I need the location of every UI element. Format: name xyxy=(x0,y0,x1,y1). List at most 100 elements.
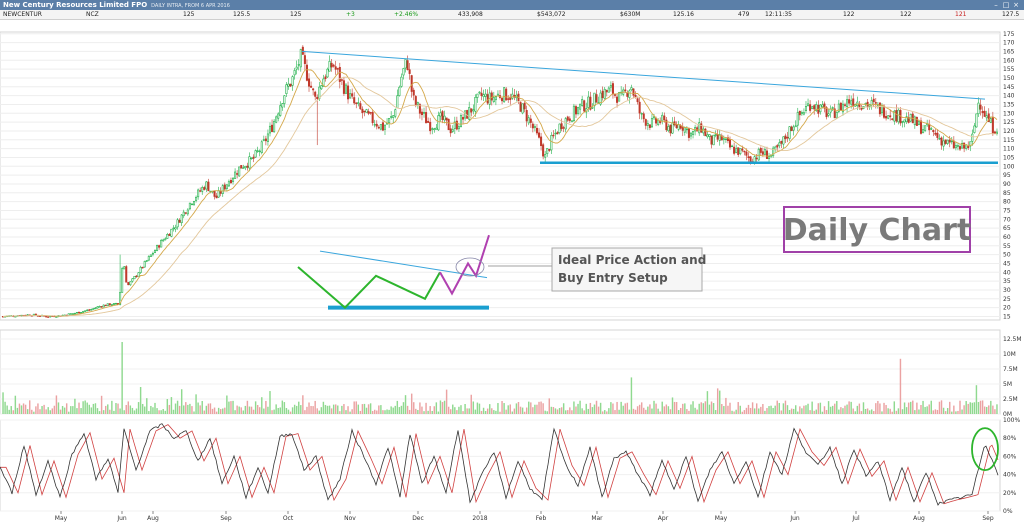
candle-body xyxy=(581,99,584,106)
volume-bar xyxy=(345,410,347,414)
volume-bar xyxy=(365,407,368,414)
window-title-bar[interactable]: New Century Resources Limited FPO DAILY I… xyxy=(0,0,1024,10)
volume-bar xyxy=(20,405,23,414)
volume-bar xyxy=(606,411,608,414)
close-button[interactable]: × xyxy=(1012,1,1020,9)
minimize-button[interactable]: – xyxy=(992,1,1000,9)
volume-bar xyxy=(86,402,88,414)
volume-bar xyxy=(324,404,327,414)
trade-count: 479 xyxy=(738,11,750,18)
volume-bar xyxy=(328,405,331,414)
volume-bar xyxy=(176,400,179,414)
security-name: NEWCENTUR xyxy=(3,11,42,18)
volume-bar xyxy=(932,410,935,414)
volume-bar xyxy=(679,407,682,414)
price-tick-label: 120 xyxy=(1003,128,1015,135)
volume-bar xyxy=(435,402,438,414)
maximize-button[interactable]: □ xyxy=(1002,1,1010,9)
candle-body xyxy=(248,156,251,169)
candle-body xyxy=(496,93,499,97)
candle-body xyxy=(305,64,308,81)
volume-bar xyxy=(121,342,123,414)
volume-bar xyxy=(413,402,415,414)
candle-body xyxy=(572,105,575,121)
candle-body xyxy=(437,115,440,131)
candle-body xyxy=(135,275,138,278)
volume-bar xyxy=(924,406,926,414)
candle-body xyxy=(763,149,766,155)
candle-body xyxy=(439,112,442,117)
volume-bar xyxy=(464,403,466,414)
x-tick-label: Nov xyxy=(344,515,356,522)
price-tick-label: 160 xyxy=(1003,57,1015,64)
high-price: 122 xyxy=(900,11,912,18)
candle-body xyxy=(716,134,719,140)
volume-bar xyxy=(271,410,273,414)
volume-bar xyxy=(26,409,29,414)
volume-bar xyxy=(829,406,832,414)
open-price: 122 xyxy=(843,11,855,18)
volume-bar xyxy=(583,410,585,414)
candle-body xyxy=(232,177,235,182)
candle-body xyxy=(215,195,218,199)
x-tick-label: Dec xyxy=(412,515,424,522)
volume-bar xyxy=(470,394,472,414)
volume-bar xyxy=(739,405,741,414)
volume-bar xyxy=(630,377,633,414)
volume-bar xyxy=(361,404,364,414)
volume-bar xyxy=(304,410,306,414)
candle-body xyxy=(86,309,89,312)
x-tick-label: Jul xyxy=(851,515,860,522)
candle-body xyxy=(188,202,191,210)
candle-body xyxy=(96,306,99,309)
candle-body xyxy=(476,93,479,98)
volume-bar xyxy=(357,404,360,414)
volume-bar xyxy=(634,409,637,414)
candle-body xyxy=(989,118,992,123)
candle-body xyxy=(587,96,590,108)
candle-body xyxy=(657,120,660,125)
candle-body xyxy=(383,125,387,130)
volume-bar xyxy=(854,411,856,414)
candle-body xyxy=(776,145,779,148)
candle-body xyxy=(714,134,717,136)
volume-bar xyxy=(388,409,390,414)
x-tick-label: Mar xyxy=(591,515,603,522)
candle-body xyxy=(671,122,674,134)
volume-bar xyxy=(959,400,961,414)
price-tick-label: 150 xyxy=(1003,75,1015,82)
candle-body xyxy=(527,117,530,124)
candle-body xyxy=(558,123,561,133)
candle-body xyxy=(221,185,224,194)
volume-bar xyxy=(82,401,84,414)
volume-tick-label: 10M xyxy=(1003,351,1016,358)
candle-body xyxy=(365,109,368,113)
candle-body xyxy=(603,88,606,99)
candle-body xyxy=(505,88,508,101)
volume-bar xyxy=(100,395,103,414)
volume-bar xyxy=(68,411,70,414)
candle-body xyxy=(790,126,793,132)
candle-body xyxy=(238,166,241,177)
candle-body xyxy=(897,109,900,123)
vwap-value: 125.16 xyxy=(673,11,694,18)
volume-bar xyxy=(710,401,713,414)
volume-bar xyxy=(926,406,928,414)
volume-bar xyxy=(587,408,590,414)
volume-bar xyxy=(166,398,169,414)
volume-bar xyxy=(782,403,785,414)
candle-body xyxy=(151,253,154,255)
candle-body xyxy=(310,85,313,88)
volume-bar xyxy=(211,408,214,414)
volume-bar xyxy=(653,400,655,414)
volume-bar xyxy=(189,403,191,414)
volume-bar xyxy=(102,410,105,414)
price-chart[interactable]: 175 170165 160 155 150 145 140135 130 125 120 115 1… xyxy=(0,20,1024,522)
volume-bar xyxy=(575,406,577,414)
volume-bar xyxy=(895,410,898,414)
volume-bar xyxy=(517,401,520,414)
candle-body xyxy=(273,120,276,133)
volume-bar xyxy=(330,408,333,414)
volume-bar xyxy=(37,403,39,414)
candle-body xyxy=(472,109,475,112)
